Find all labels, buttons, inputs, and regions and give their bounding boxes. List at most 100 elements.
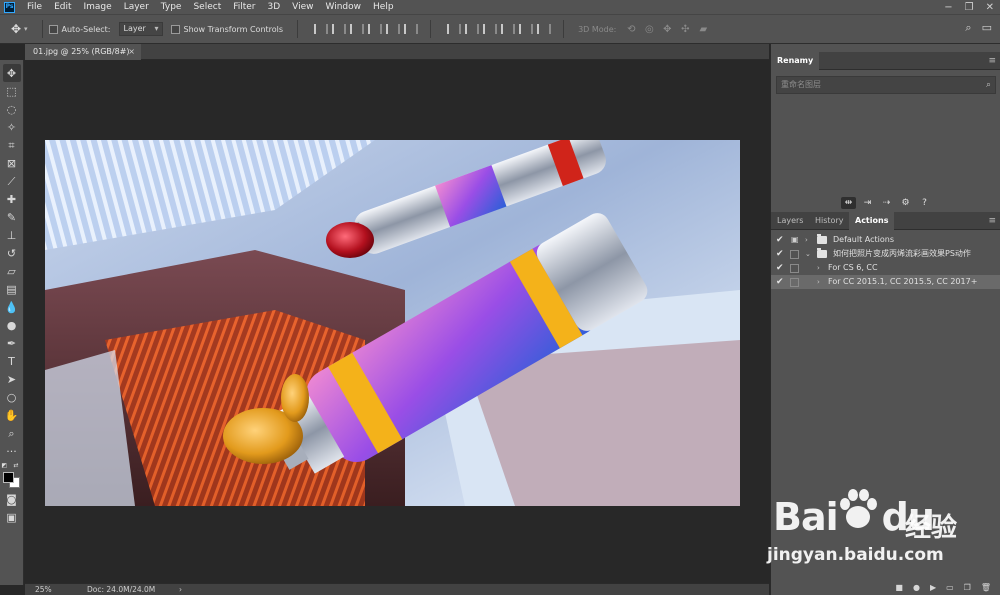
shape-tool-icon[interactable]: ○ [3,388,21,406]
distribute-right-icon[interactable] [535,22,552,36]
chevron-right-icon[interactable]: › [805,233,808,247]
tool-preset-chevron-down-icon[interactable]: ▾ [24,25,28,33]
hand-tool-icon[interactable]: ✋ [3,406,21,424]
align-bottom-icon[interactable] [348,22,365,36]
align-right-icon[interactable] [402,22,419,36]
chevron-right-icon[interactable]: › [817,275,820,289]
dialog-toggle-box[interactable] [790,250,799,259]
menu-type[interactable]: Type [155,0,188,14]
menu-image[interactable]: Image [78,0,118,14]
dialog-toggle-box[interactable] [790,264,799,273]
action-row-selected[interactable]: ✔ › For CC 2015.1, CC 2015.5, CC 2017+ [771,275,1000,289]
3d-roll-icon[interactable]: ◎ [640,24,658,35]
new-set-folder-icon[interactable]: ▭ [946,581,954,595]
clone-stamp-tool-icon[interactable]: ⊥ [3,226,21,244]
chevron-right-icon[interactable]: › [817,261,820,275]
workspace-icon[interactable]: ▭ [982,21,992,35]
tab-layers[interactable]: Layers [771,212,809,230]
quick-mask-icon[interactable]: ◙ [3,490,21,508]
rename-layer-input[interactable]: 重命名图层 ⌕ [776,76,996,94]
tab-history[interactable]: History [809,212,849,230]
align-hcenter-icon[interactable] [384,22,401,36]
document-tab[interactable]: 01.jpg @ 25% (RGB/8#) × [25,44,141,60]
tab-renamy[interactable]: Renamy [771,52,820,70]
crop-tool-icon[interactable]: ⌗ [3,136,21,154]
action-row[interactable]: ✔ › For CS 6, CC [771,261,1000,275]
close-tab-icon[interactable]: × [128,44,135,60]
checkmark-icon[interactable]: ✔ [776,233,784,247]
show-transform-checkbox[interactable] [170,24,180,34]
menu-layer[interactable]: Layer [118,0,155,14]
menu-filter[interactable]: Filter [227,0,261,14]
dialog-toggle-box[interactable] [790,278,799,287]
renamy-layout-icon[interactable]: ⇹ [841,197,856,209]
foreground-color-swatch[interactable] [2,472,14,483]
stop-icon[interactable]: ■ [895,581,903,595]
gradient-tool-icon[interactable]: ▤ [3,280,21,298]
brush-tool-icon[interactable]: ✎ [3,208,21,226]
distribute-hcenter-icon[interactable] [517,22,534,36]
search-icon[interactable]: ⌕ [965,21,971,35]
search-icon[interactable]: ⌕ [986,77,991,93]
path-selection-tool-icon[interactable]: ➤ [3,370,21,388]
3d-slide-icon[interactable]: ✣ [676,24,694,35]
new-action-icon[interactable]: ❐ [964,581,971,595]
lasso-tool-icon[interactable]: ◌ [3,100,21,118]
checkmark-icon[interactable]: ✔ [776,275,784,289]
pen-tool-icon[interactable]: ✒ [3,334,21,352]
distribute-left-icon[interactable] [499,22,516,36]
align-left-icon[interactable] [366,22,383,36]
play-icon[interactable]: ▶ [930,581,936,595]
type-tool-icon[interactable]: T [3,352,21,370]
move-tool-icon[interactable]: ✥ [8,22,24,36]
distribute-vcenter-icon[interactable] [463,22,480,36]
tab-actions[interactable]: Actions [849,212,895,230]
canvas-area[interactable] [25,60,769,583]
checkmark-icon[interactable]: ✔ [776,261,784,275]
distribute-top-icon[interactable] [445,22,462,36]
help-icon[interactable]: ? [917,197,932,209]
panel-menu-icon[interactable]: ≡ [988,212,996,230]
menu-window[interactable]: Window [320,0,368,14]
renamy-next-icon[interactable]: ⇥ [860,197,875,209]
menu-3d[interactable]: 3D [262,0,287,14]
align-top-icon[interactable] [312,22,329,36]
menu-file[interactable]: File [21,0,48,14]
zoom-tool-icon[interactable]: ⌕ [3,424,21,442]
checkmark-icon[interactable]: ✔ [776,247,784,261]
align-vcenter-icon[interactable] [330,22,347,36]
menu-select[interactable]: Select [187,0,227,14]
restore-icon[interactable]: ❐ [965,2,974,13]
magic-wand-tool-icon[interactable]: ✧ [3,118,21,136]
move-tool-icon[interactable]: ✥ [2,64,21,82]
record-icon[interactable]: ● [913,581,920,595]
marquee-tool-icon[interactable]: ⬚ [3,82,21,100]
swap-colors-icon[interactable]: ⇄ [14,462,19,469]
menu-help[interactable]: Help [367,0,400,14]
eyedropper-tool-icon[interactable]: ⟋ [3,172,21,190]
status-menu-chevron-icon[interactable]: › [179,584,182,595]
blur-tool-icon[interactable]: 💧 [3,298,21,316]
3d-pan-icon[interactable]: ✥ [658,24,676,35]
trash-icon[interactable]: 🗑 [981,581,991,595]
chevron-down-icon[interactable]: ⌄ [805,247,811,261]
history-brush-tool-icon[interactable]: ↺ [3,244,21,262]
auto-select-dropdown[interactable]: Layer [118,22,163,36]
screen-mode-icon[interactable]: ▣ [3,508,21,526]
renamy-arrow-icon[interactable]: ⇢ [879,197,894,209]
eraser-tool-icon[interactable]: ▱ [3,262,21,280]
dodge-tool-icon[interactable]: ● [3,316,21,334]
menu-view[interactable]: View [286,0,319,14]
close-icon[interactable]: ✕ [986,2,994,13]
auto-select-checkbox[interactable] [48,24,58,34]
default-colors-icon[interactable]: ◩ [2,462,8,469]
menu-edit[interactable]: Edit [48,0,77,14]
gear-icon[interactable]: ⚙ [898,197,913,209]
healing-brush-tool-icon[interactable]: ✚ [3,190,21,208]
zoom-level[interactable]: 25% [35,584,52,595]
panel-menu-icon[interactable]: ≡ [988,52,996,70]
document-image[interactable] [45,140,740,506]
edit-toolbar-icon[interactable]: ··· [3,442,21,460]
action-set-row[interactable]: ✔ ▣ › Default Actions [771,233,1000,247]
3d-orbit-icon[interactable]: ⟲ [622,24,640,35]
